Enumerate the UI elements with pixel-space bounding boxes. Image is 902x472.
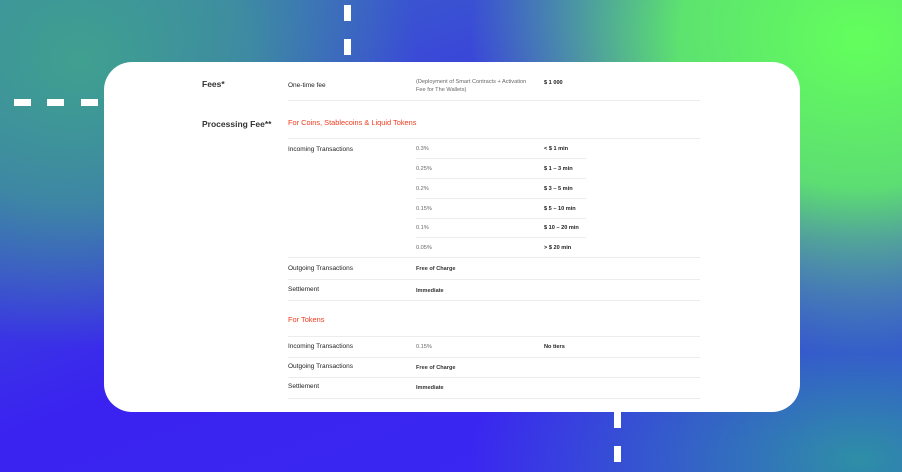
decorative-dash [344,39,351,55]
tier-range: < $ 1 min [544,146,569,152]
coins-heading: For Coins, Stablecoins & Liquid Tokens [288,118,417,127]
divider [416,218,586,219]
divider [288,279,700,280]
divider [288,336,700,337]
tokens-incoming-label: Incoming Transactions [288,343,354,350]
coins-incoming-label: Incoming Transactions [288,146,354,153]
divider [416,198,586,199]
divider [416,237,586,238]
tokens-outgoing-value: Free of Charge [416,365,456,371]
tier-rate: 0.1% [416,225,429,231]
tier-range: $ 1 – 3 min [544,166,573,172]
divider [288,300,700,301]
one-time-fee-desc-line2: Fee for The Wallets) [416,87,467,93]
coins-settlement-label: Settlement [288,286,320,293]
tokens-incoming-note: No tiers [544,344,565,350]
tokens-heading: For Tokens [288,315,325,324]
divider [288,257,700,258]
tokens-settlement-value: Immediate [416,385,444,391]
tier-rate: 0.15% [416,206,432,212]
one-time-fee-label: One-time fee [288,82,326,89]
fees-title: Fees* [202,79,225,89]
tier-rate: 0.3% [416,146,429,152]
decorative-dash [47,99,64,106]
tokens-settlement-label: Settlement [288,383,320,390]
tokens-incoming-rate: 0.15% [416,344,432,350]
divider [288,357,700,358]
tier-range: $ 10 – 20 min [544,225,579,231]
tier-range: $ 5 – 10 min [544,206,576,212]
coins-outgoing-value: Free of Charge [416,266,456,272]
tier-rate: 0.2% [416,186,429,192]
processing-fee-title: Processing Fee** [202,119,272,129]
tier-range: > $ 20 min [544,245,572,251]
decorative-dash [81,99,98,106]
fees-card: Fees* One-time fee (Deployment of Smart … [104,62,800,412]
tier-rate: 0.25% [416,166,432,172]
decorative-dash [344,5,351,21]
divider [288,377,700,378]
tokens-outgoing-label: Outgoing Transactions [288,363,354,370]
divider [288,138,700,139]
divider [288,398,700,399]
one-time-fee-amount: $ 1 000 [544,80,563,86]
one-time-fee-desc-line1: (Deployment of Smart Contracts + Activat… [416,79,527,85]
coins-outgoing-label: Outgoing Transactions [288,265,354,272]
tier-range: $ 3 – 5 min [544,186,573,192]
divider [416,158,586,159]
decorative-dash [614,412,621,428]
decorative-dash [614,446,621,462]
decorative-dash [14,99,31,106]
divider [288,100,700,101]
divider [416,178,586,179]
coins-settlement-value: Immediate [416,288,444,294]
tier-rate: 0.05% [416,245,432,251]
